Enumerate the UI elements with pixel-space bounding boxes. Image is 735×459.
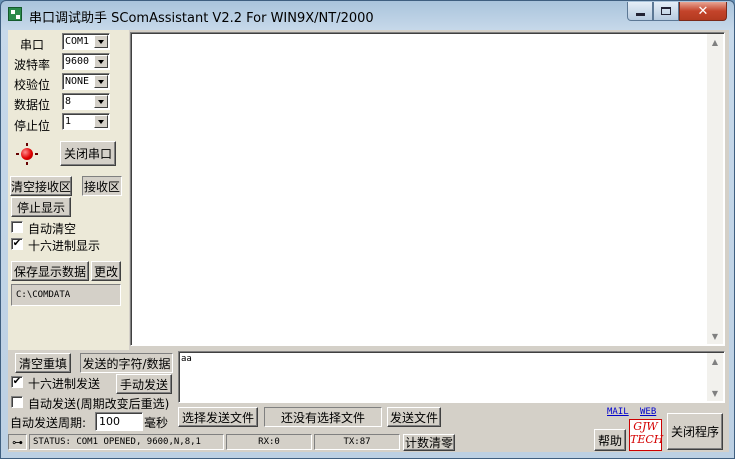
window-title: 串口调试助手 SComAssistant V2.2 For WIN9X/NT/2…	[29, 11, 374, 26]
app-window: 串口调试助手 SComAssistant V2.2 For WIN9X/NT/2…	[0, 0, 735, 459]
status-text: STATUS: COM1 OPENED, 9600,N,8,1	[29, 434, 224, 450]
auto-send-checkbox[interactable]	[11, 396, 23, 408]
scroll-down-icon[interactable]: ▼	[707, 385, 723, 401]
manual-send-button[interactable]: 手动发送	[116, 374, 172, 394]
app-icon[interactable]	[8, 7, 22, 21]
chevron-down-icon[interactable]	[94, 55, 108, 68]
scroll-up-icon[interactable]: ▲	[707, 34, 723, 50]
close-program-button[interactable]: 关闭程序	[667, 413, 723, 450]
select-file-button[interactable]: 选择发送文件	[178, 407, 258, 427]
auto-clear-checkbox[interactable]	[11, 221, 23, 233]
hex-display-checkbox[interactable]: ✔	[11, 238, 23, 250]
period-unit: 毫秒	[144, 416, 169, 430]
send-content: aa	[181, 354, 192, 364]
receive-textarea[interactable]: ▲ ▼	[130, 32, 725, 346]
auto-send-label: 自动发送(周期改变后重选)	[28, 397, 170, 411]
chevron-down-icon[interactable]	[94, 95, 108, 108]
help-button[interactable]: 帮助	[594, 429, 626, 451]
stopbits-value: 1	[65, 116, 72, 127]
parity-value: NONE	[65, 76, 90, 87]
rx-counter: RX:0	[226, 434, 312, 450]
close-port-button[interactable]: 关闭串口	[60, 141, 116, 166]
parity-label: 校验位	[14, 78, 51, 92]
status-icon-cell: ⊶	[8, 434, 27, 450]
databits-value: 8	[65, 96, 72, 107]
minimize-button[interactable]	[627, 2, 653, 21]
logo-line2: TECH	[630, 433, 664, 446]
port-select[interactable]: COM1	[62, 33, 110, 50]
reset-count-button[interactable]: 计数清零	[403, 434, 455, 451]
clear-receive-button[interactable]: 清空接收区	[10, 176, 72, 196]
baud-select[interactable]: 9600	[62, 53, 110, 70]
gjw-tech-logo: GJW TECH	[629, 419, 664, 451]
port-status-led-icon	[16, 143, 38, 165]
baud-value: 9600	[65, 56, 90, 67]
save-display-button[interactable]: 保存显示数据	[11, 261, 89, 281]
scroll-down-icon[interactable]: ▼	[707, 328, 723, 344]
file-status: 还没有选择文件	[264, 407, 382, 427]
clear-send-button[interactable]: 清空重填	[15, 353, 71, 373]
databits-select[interactable]: 8	[62, 93, 110, 110]
minimize-icon	[635, 12, 645, 16]
logo-line1: GJW	[633, 420, 658, 433]
receive-area-label: 接收区	[82, 176, 122, 196]
send-scrollbar[interactable]: ▲ ▼	[707, 353, 723, 401]
close-window-button[interactable]: ✕	[679, 2, 727, 21]
chevron-down-icon[interactable]	[94, 35, 108, 48]
close-icon: ✕	[697, 3, 709, 19]
baud-label: 波特率	[14, 58, 51, 72]
chevron-down-icon[interactable]	[94, 75, 108, 88]
send-file-button[interactable]: 发送文件	[387, 407, 441, 427]
web-link[interactable]: WEB	[640, 407, 656, 417]
parity-select[interactable]: NONE	[62, 73, 110, 90]
period-label: 自动发送周期:	[10, 416, 87, 430]
port-label: 串口	[20, 38, 45, 52]
databits-label: 数据位	[14, 98, 51, 112]
mail-link[interactable]: MAIL	[607, 407, 629, 417]
tx-counter: TX:87	[314, 434, 400, 450]
hex-send-checkbox[interactable]: ✔	[11, 376, 23, 388]
auto-clear-label: 自动清空	[28, 222, 77, 236]
hex-send-label: 十六进制发送	[28, 377, 101, 391]
chevron-down-icon[interactable]	[94, 115, 108, 128]
save-path-display: C:\COMDATA	[11, 284, 121, 306]
change-path-button[interactable]: 更改	[91, 261, 121, 281]
client-area: 串口 COM1 波特率 9600 校验位 NONE 数据位 8 停止位 1 关闭…	[8, 30, 729, 452]
stopbits-select[interactable]: 1	[62, 113, 110, 130]
hex-display-label: 十六进制显示	[28, 239, 101, 253]
scroll-up-icon[interactable]: ▲	[707, 353, 723, 369]
period-input[interactable]: 100	[95, 412, 143, 431]
maximize-button[interactable]	[653, 2, 679, 21]
receive-scrollbar[interactable]: ▲ ▼	[707, 34, 723, 344]
title-bar[interactable]: 串口调试助手 SComAssistant V2.2 For WIN9X/NT/2…	[1, 1, 734, 29]
stopbits-label: 停止位	[14, 119, 51, 133]
send-textarea[interactable]: aa ▲ ▼	[178, 351, 725, 403]
plug-icon: ⊶	[12, 435, 23, 449]
port-value: COM1	[65, 36, 90, 47]
maximize-icon	[661, 7, 671, 15]
status-led	[21, 148, 33, 160]
stop-display-button[interactable]: 停止显示	[11, 197, 71, 217]
send-area-label: 发送的字符/数据	[80, 353, 173, 373]
